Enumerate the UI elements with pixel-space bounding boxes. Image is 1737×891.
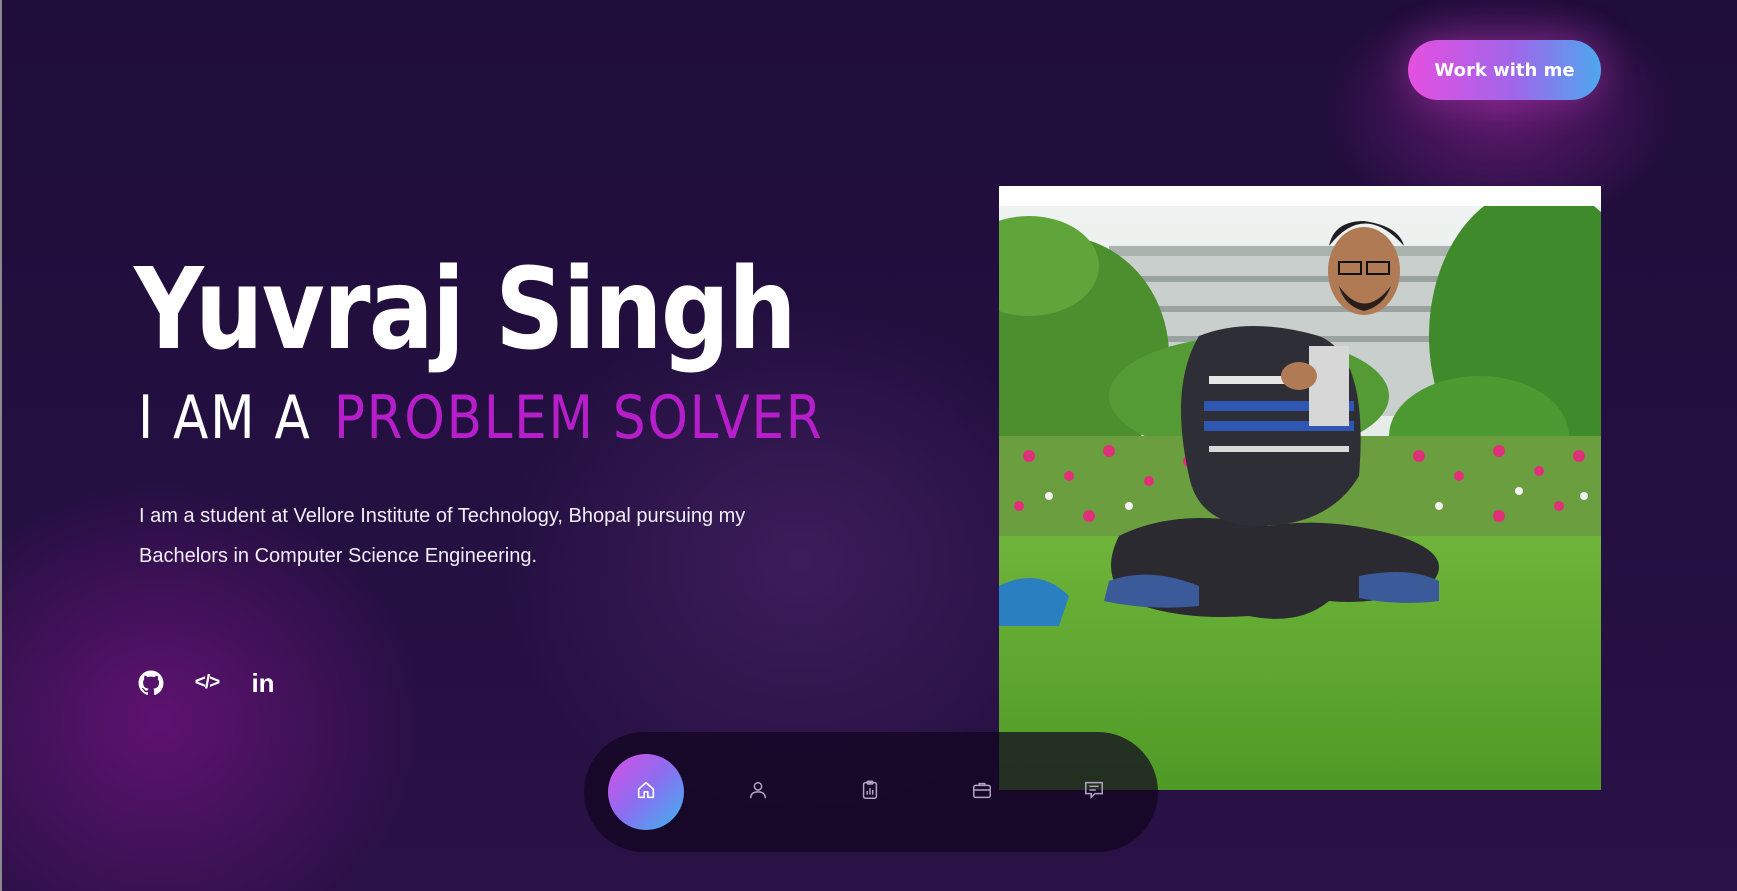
user-icon (747, 779, 769, 805)
profile-photo (999, 186, 1601, 790)
tagline-prefix: I AM A (138, 383, 312, 453)
github-link[interactable] (138, 670, 164, 696)
linkedin-icon: in (251, 667, 275, 698)
briefcase-icon (970, 779, 994, 805)
nav-skills[interactable] (832, 754, 908, 830)
hero-tagline: I AM A PROBLEM SOLVER (138, 388, 823, 448)
hero-name: Yuvraj Singh (134, 245, 797, 375)
github-icon (138, 670, 164, 696)
nav-home[interactable] (608, 754, 684, 830)
message-icon (1083, 779, 1105, 805)
bottom-nav (584, 732, 1158, 852)
home-icon (635, 779, 657, 805)
left-edge-divider (0, 0, 2, 891)
nav-contact[interactable] (1056, 754, 1132, 830)
profile-photo-frame (999, 186, 1601, 790)
clipboard-chart-icon (859, 779, 881, 805)
nav-projects[interactable] (944, 754, 1020, 830)
hero-intro: I am a student at Vellore Institute of T… (139, 505, 746, 567)
code-icon: </> (194, 672, 221, 693)
social-links: </> in (138, 667, 276, 698)
tagline-highlight: PROBLEM SOLVER (333, 383, 824, 453)
linkedin-link[interactable]: in (250, 667, 276, 698)
work-with-me-button[interactable]: Work with me (1408, 40, 1601, 100)
nav-about[interactable] (720, 754, 796, 830)
code-link[interactable]: </> (194, 670, 221, 696)
